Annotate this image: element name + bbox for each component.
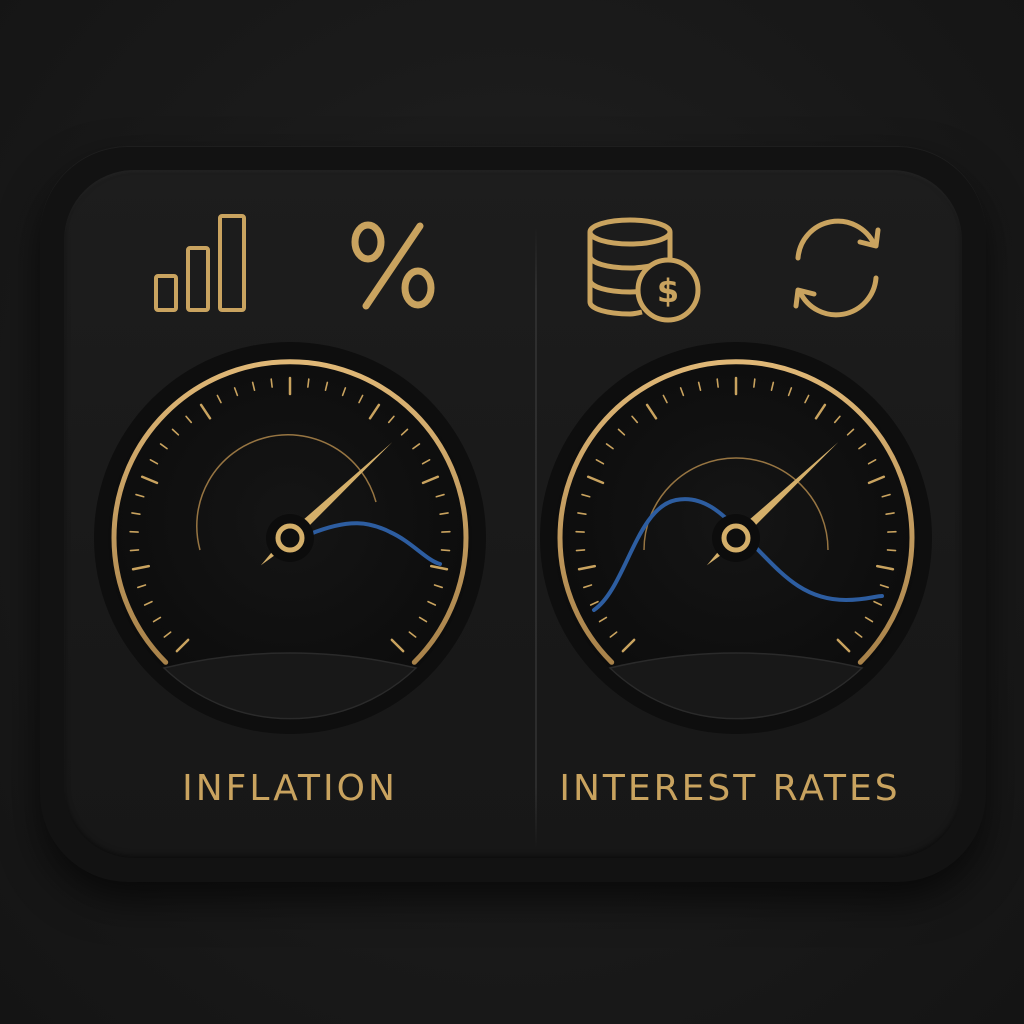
minor-tick xyxy=(716,378,719,388)
inflation-gauge xyxy=(90,338,490,738)
minor-tick xyxy=(270,378,273,388)
interest-rates-gauge xyxy=(536,338,936,738)
bar-chart-icon xyxy=(150,210,250,320)
svg-text:$: $ xyxy=(657,272,679,310)
coins-dollar-icon: $ xyxy=(582,212,702,328)
gauge-hub xyxy=(275,523,305,553)
gauge-hub xyxy=(721,523,751,553)
minor-tick xyxy=(575,549,586,552)
minor-tick xyxy=(886,549,897,552)
minor-tick xyxy=(129,549,140,552)
inflation-label: INFLATION xyxy=(182,768,398,809)
interest-rates-label: INTEREST RATES xyxy=(559,768,901,809)
refresh-arrows-icon xyxy=(782,218,892,322)
minor-tick xyxy=(753,378,756,388)
percent-icon xyxy=(346,218,442,318)
minor-tick xyxy=(307,378,310,388)
minor-tick xyxy=(440,549,451,552)
